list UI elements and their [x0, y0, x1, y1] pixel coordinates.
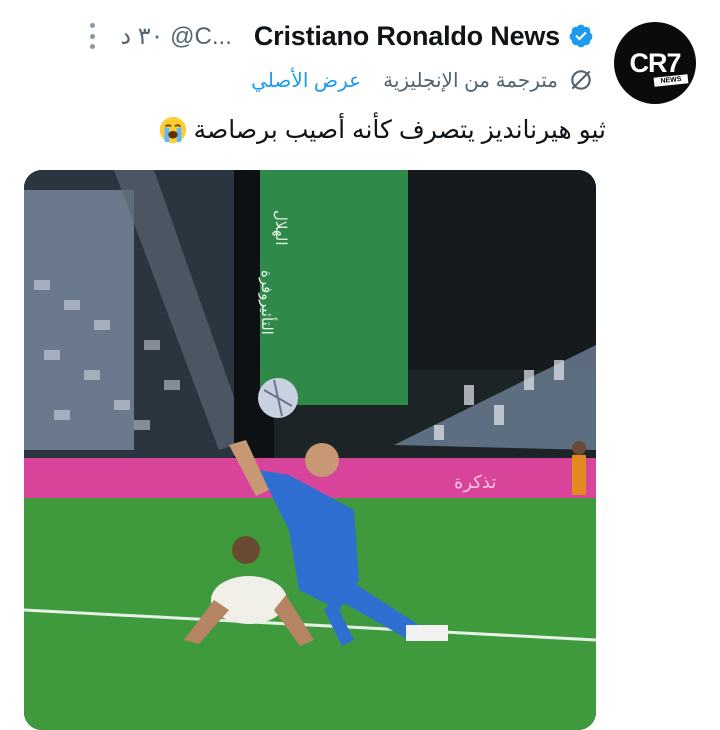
- author-handle[interactable]: @C...: [170, 23, 232, 50]
- translate-globe-icon: [571, 70, 591, 90]
- author-name[interactable]: Cristiano Ronaldo News: [254, 21, 560, 52]
- tweet-text: ثيو هيرنانديز يتصرف كأنه أصيب برصاصة: [158, 110, 606, 150]
- avatar[interactable]: CR7 NEWS: [614, 22, 696, 104]
- show-original-link[interactable]: عرض الأصلي: [251, 68, 361, 93]
- verified-badge-icon: [569, 24, 593, 48]
- tweet[interactable]: CR7 NEWS ٣٠ د @C... Cristiano Ronaldo Ne…: [0, 0, 720, 730]
- match-photo: الهلال وفرة التأثير تذكرة: [24, 170, 596, 730]
- translation-row: مترجمة من الإنجليزية عرض الأصلي: [251, 62, 594, 98]
- banner-line-1: الهلال: [272, 210, 290, 246]
- tweet-meta: ٣٠ د @C...: [120, 22, 232, 51]
- loudly-crying-face-emoji: [159, 116, 186, 144]
- banner-line-3: التأثير: [258, 299, 278, 335]
- banner-line-2: وفرة: [258, 270, 276, 301]
- tweet-text-content: ثيو هيرنانديز يتصرف كأنه أصيب برصاصة: [193, 116, 606, 144]
- translated-from-label: مترجمة من الإنجليزية: [383, 69, 558, 92]
- more-vertical-icon[interactable]: [90, 23, 96, 49]
- tweet-time[interactable]: ٣٠ د: [120, 23, 163, 50]
- tweet-header: ٣٠ د @C... Cristiano Ronaldo News: [90, 16, 594, 56]
- ad-board-text: تذكرة: [454, 472, 496, 493]
- tweet-media-image[interactable]: الهلال وفرة التأثير تذكرة: [24, 170, 596, 730]
